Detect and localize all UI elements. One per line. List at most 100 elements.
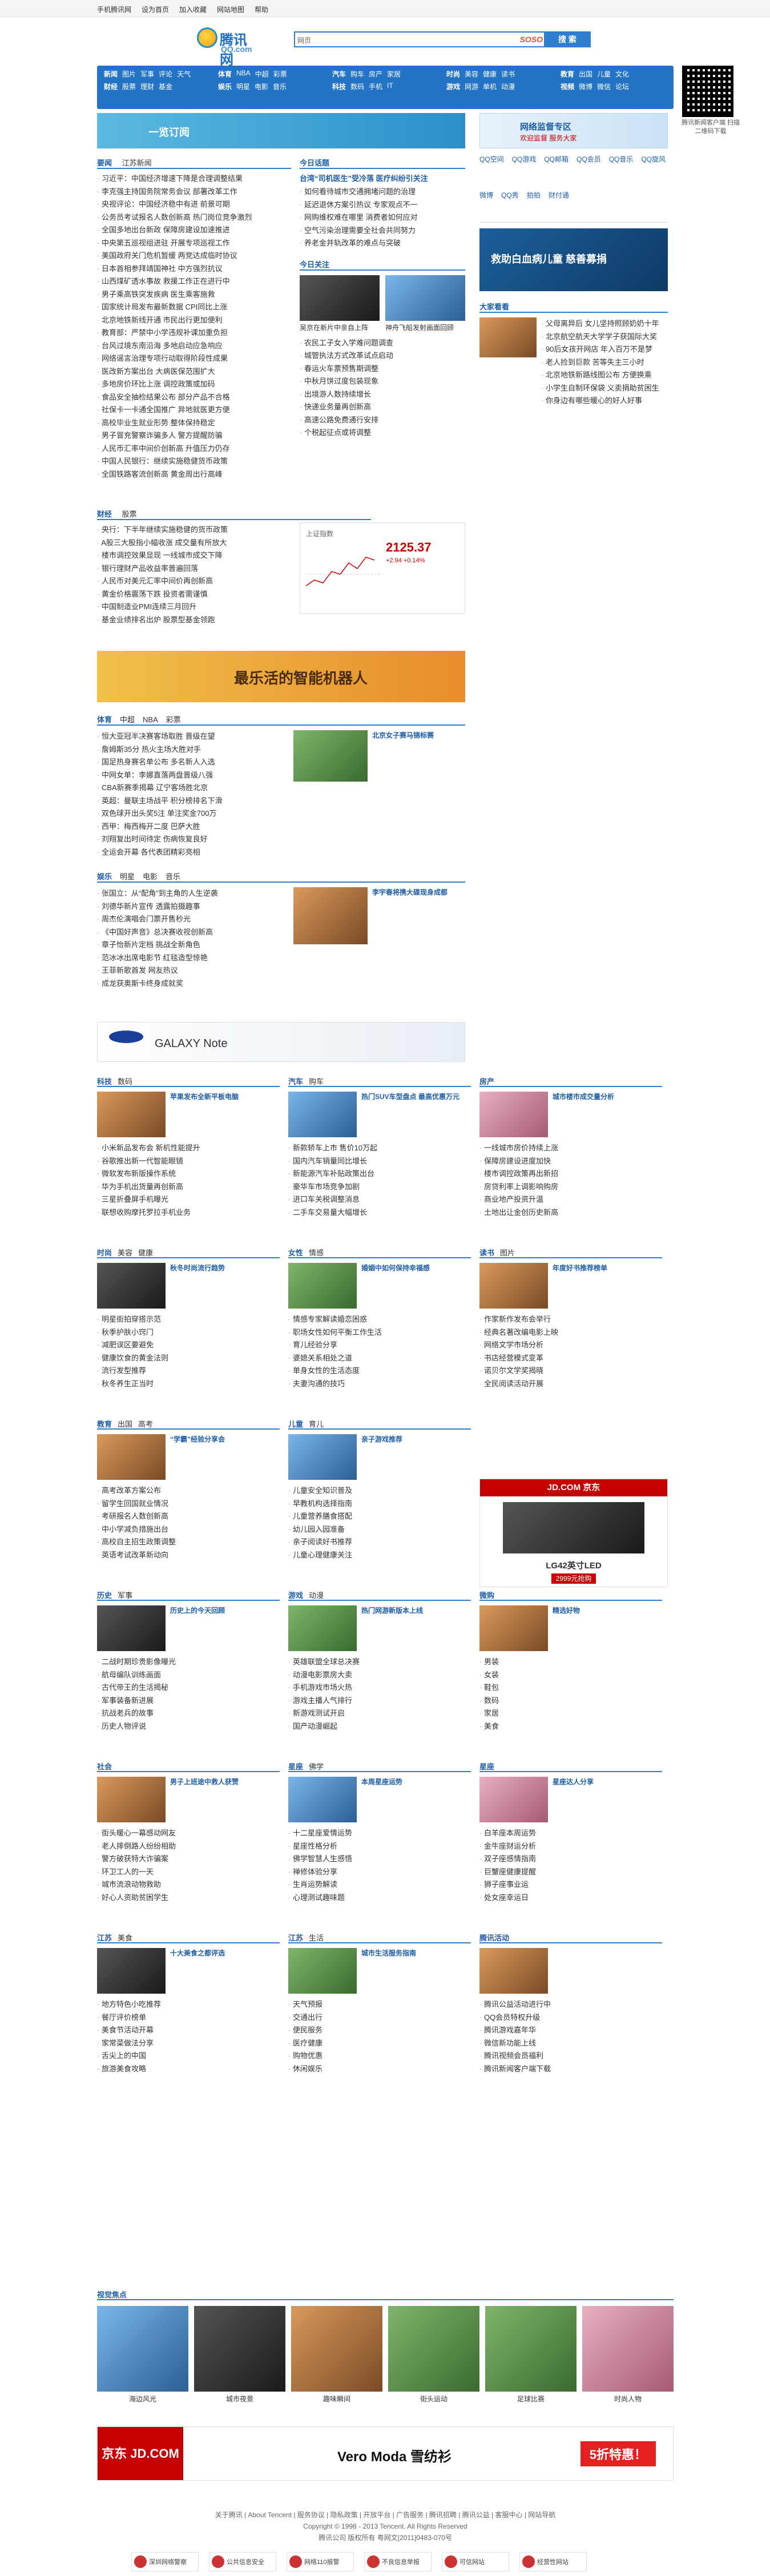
topbar-link[interactable]: 手机腾讯网 [97,5,131,14]
ent-item[interactable]: 张国立：从“配角”到主角的人生逆袭 [97,887,285,900]
section-tab[interactable]: 出国 [118,1420,132,1428]
trust-badge[interactable]: 深圳网络警察 [131,2552,199,2571]
focus-card[interactable]: 街头运动 [388,2306,479,2404]
sports-item[interactable]: 国足热身赛名单公布 多名新人入选 [97,756,285,769]
nav-link[interactable]: 军事 [140,69,154,79]
nav-link[interactable]: 娱乐 [218,82,232,91]
section-item[interactable]: 高校自主招生政策调整 [97,1536,280,1549]
recommend-item[interactable]: 北京航空航天大学学子获国际大奖 [541,331,668,344]
section-item[interactable]: 一线城市房价持续上涨 [479,1142,662,1155]
service-link[interactable]: QQ旋风 [641,154,666,187]
tab-news[interactable]: 要闻 [97,157,112,168]
news-item[interactable]: 李克强主持国务院常务会议 部署改革工作 [97,186,291,199]
section-item[interactable]: 新能源汽车补贴政策出台 [288,1168,471,1181]
nav-link[interactable]: IT [387,82,393,91]
section-lead[interactable]: 男子上班途中救人获赞 [170,1777,239,1822]
section-item[interactable]: 商业地产投资升温 [479,1193,662,1206]
video-card[interactable]: 神舟飞船发射画面回顾 [385,275,465,332]
focus-card[interactable]: 城市夜景 [194,2306,285,2404]
section-item[interactable]: 中小学减负措施出台 [97,1523,280,1536]
tab-stock[interactable]: 股票 [122,508,137,519]
finance-item[interactable]: 楼市调控效果显现 一线城市成交下降 [97,549,291,562]
ent-item[interactable]: 刘德华新片宣传 透露拍摄趣事 [97,900,285,913]
section-item[interactable]: 国产动漫崛起 [288,1720,471,1733]
section-item[interactable]: 作家新作发布会举行 [479,1313,662,1326]
section-item[interactable]: 健康饮食的黄金法则 [97,1352,280,1365]
section-item[interactable]: 医疗健康 [288,2037,471,2050]
ent-item[interactable]: 章子怡新片定档 挑战全新角色 [97,939,285,952]
section-item[interactable]: 好心人资助贫困学生 [97,1891,280,1905]
section-item[interactable]: 土地出让金创历史新高 [479,1206,662,1219]
section-tab[interactable]: 中超 [120,714,135,724]
section-item[interactable]: 进口车关税调整消息 [288,1193,471,1206]
section-tab[interactable]: 彩票 [166,714,181,724]
service-link[interactable]: QQ会员 [577,154,601,187]
today-item[interactable]: 网购维权难在哪里 消费者如何应对 [300,211,465,224]
section-tab[interactable]: 佛学 [309,1762,324,1771]
news-item[interactable]: 医改新方案出台 大病医保范围扩大 [97,365,291,379]
section-item[interactable]: 夫妻沟通的技巧 [288,1378,471,1391]
section-tab[interactable]: 高考 [138,1420,153,1428]
section-item[interactable]: 街头暖心一幕感动网友 [97,1827,280,1840]
today-more-item[interactable]: 快递业务量再创新高 [300,401,465,414]
news-item[interactable]: 中国人民银行：继续实施稳健货币政策 [97,455,291,468]
nav-link[interactable]: 财经 [104,82,118,91]
focus-card[interactable]: 时尚人物 [582,2306,674,2404]
section-item[interactable]: 处女座幸运日 [479,1891,662,1905]
nav-link[interactable]: 新闻 [104,69,118,79]
section-image[interactable] [97,1092,166,1137]
section-tab[interactable]: 图片 [500,1249,515,1257]
finance-item[interactable]: 央行：下半年继续实施稳健的货币政策 [97,524,291,537]
news-item[interactable]: 公务员考试报名人数创新高 热门岗位竞争激烈 [97,211,291,224]
section-tab[interactable]: 育儿 [309,1420,324,1428]
nav-link[interactable]: 儿童 [597,69,611,79]
sports-item[interactable]: 刘翔复出时间待定 伤病恢复良好 [97,833,285,846]
recommend-item[interactable]: 90后女孩开网店 年入百万不是梦 [541,343,668,356]
topbar-link[interactable]: 设为首页 [142,5,169,14]
today-more-item[interactable]: 个税起征点或将调整 [300,426,465,440]
section-tab[interactable]: 星座 [288,1762,303,1771]
service-link[interactable]: 拍拍 [527,190,541,223]
robot-ad-banner[interactable]: 最乐活的智能机器人 [97,651,465,702]
news-item[interactable]: 食品安全抽检结果公布 部分产品不合格 [97,391,291,404]
recommend-image[interactable] [479,317,537,357]
section-tab[interactable]: 房产 [479,1077,494,1086]
news-item[interactable]: 网络谣言治理专项行动取得阶段性成果 [97,352,291,365]
sports-image[interactable] [293,730,368,782]
section-image[interactable] [479,1948,548,1994]
section-tab[interactable]: 生活 [309,1934,324,1942]
section-item[interactable]: 禅修体验分享 [288,1866,471,1879]
ent-item[interactable]: 周杰伦演唱会门票开售秒光 [97,913,285,926]
nav-link[interactable]: 健康 [483,69,497,79]
section-item[interactable]: 育儿经验分享 [288,1339,471,1352]
news-item[interactable]: 人民币汇率中间价创新高 升值压力仍存 [97,442,291,456]
section-lead[interactable]: “学霸”经验分享会 [170,1434,225,1480]
section-item[interactable]: 二手车交易量大幅增长 [288,1206,471,1219]
nav-link[interactable]: 微博 [579,82,592,91]
section-image[interactable] [288,1605,357,1651]
today-more-item[interactable]: 春运火车票预售期调整 [300,363,465,376]
nav-link[interactable]: 数码 [350,82,364,91]
section-tab[interactable]: 健康 [138,1249,153,1257]
section-item[interactable]: 华为手机出货量再创新高 [97,1181,280,1194]
section-tab[interactable]: 电影 [143,871,158,882]
service-link[interactable]: 财付通 [549,190,569,223]
nav-link[interactable]: 音乐 [273,82,287,91]
bottom-ad[interactable]: 京东 JD.COM Vero Moda 雪纺衫 5折特惠！ [97,2426,674,2481]
nav-link[interactable]: 评论 [159,69,172,79]
nav-link[interactable]: 美容 [465,69,478,79]
nav-link[interactable]: 出国 [579,69,592,79]
news-item[interactable]: 高校毕业生就业形势 整体保持稳定 [97,417,291,430]
nav-link[interactable]: 微信 [597,82,611,91]
section-item[interactable]: 豪华车市场竞争加剧 [288,1181,471,1194]
stock-widget[interactable]: 上证指数 2125.37 +2.94 +0.14% [300,522,465,614]
section-item[interactable]: 动漫电影票房大卖 [288,1669,471,1682]
nav-link[interactable]: 单机 [483,82,497,91]
section-item[interactable]: 新款轿车上市 售价10万起 [288,1142,471,1155]
nav-link[interactable]: 天气 [177,69,191,79]
section-item[interactable]: 国内汽车销量同比增长 [288,1155,471,1168]
tab-jiangsu[interactable]: 江苏新闻 [122,157,152,168]
section-lead[interactable]: 热门SUV车型盘点 最高优惠万元 [361,1092,459,1137]
news-item[interactable]: 多地房价环比上涨 调控政策或加码 [97,378,291,391]
nav-link[interactable]: 电影 [255,82,268,91]
